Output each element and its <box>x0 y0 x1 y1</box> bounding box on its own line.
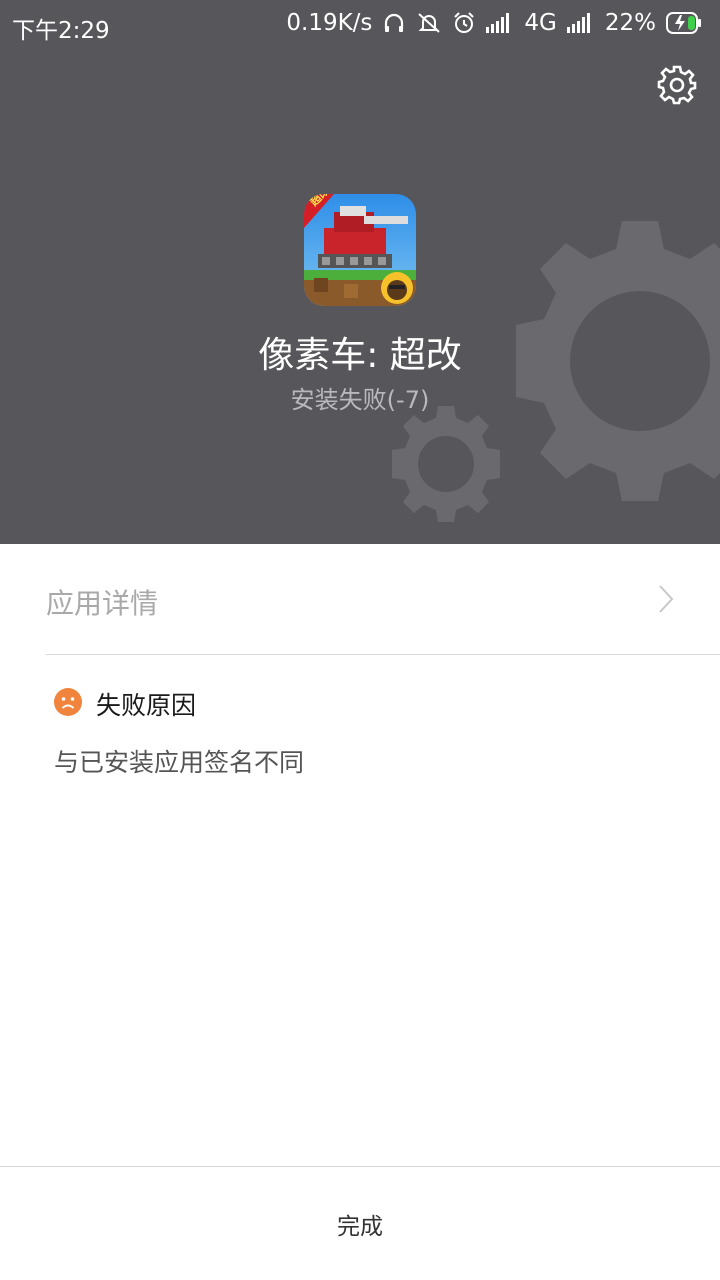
alarm-icon <box>452 11 476 35</box>
install-status: 安装失败(-7) <box>290 386 430 414</box>
net-speed: 0.19K/s <box>286 10 373 36</box>
failure-reason-text: 与已安装应用签名不同 <box>54 748 305 777</box>
battery-level: 22% <box>604 10 656 36</box>
sad-face-icon <box>54 688 82 720</box>
settings-button[interactable] <box>654 64 700 110</box>
failure-reason-header: 失败原因 <box>54 686 196 722</box>
headphones-icon <box>382 11 406 35</box>
divider <box>46 654 720 655</box>
app-details-label: 应用详情 <box>46 587 159 620</box>
done-button[interactable]: 完成 <box>0 1167 720 1280</box>
status-time: 下午2:29 <box>12 18 110 44</box>
signal-icon <box>486 13 514 33</box>
signal-icon <box>566 13 595 33</box>
network-type: 4G <box>524 10 557 36</box>
header: 下午2:29 0.19K/s 4G 22% 超改 像素车: 超改 安装失败(-7… <box>0 0 720 544</box>
status-bar: 下午2:29 0.19K/s 4G 22% <box>0 0 720 52</box>
app-name: 像素车: 超改 <box>258 335 462 376</box>
gear-icon <box>656 64 698 110</box>
failure-title: 失败原因 <box>96 691 197 720</box>
mute-icon <box>416 11 442 35</box>
battery-charging-icon <box>666 12 702 34</box>
chevron-right-icon <box>656 584 676 618</box>
background-gear-small <box>392 406 500 522</box>
app-icon: 超改 <box>304 194 416 306</box>
app-details-row[interactable]: 应用详情 <box>0 546 720 654</box>
status-icons: 0.19K/s 4G 22% <box>286 10 702 36</box>
